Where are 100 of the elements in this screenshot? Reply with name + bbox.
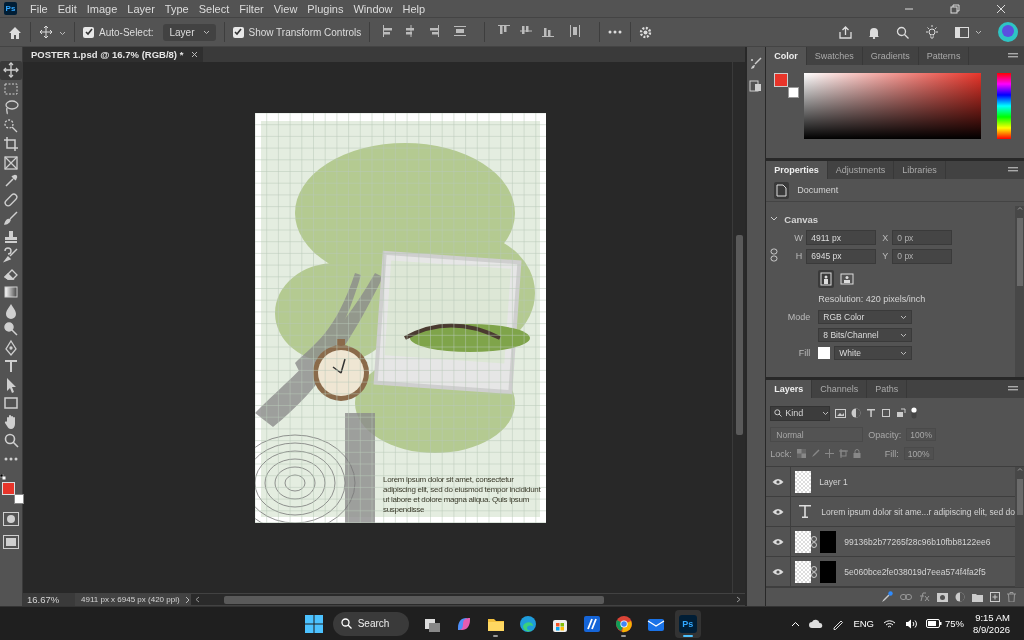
eye-icon[interactable] [772,537,785,546]
menu-item[interactable]: Image [81,2,123,15]
smart-object-filter-icon[interactable] [896,408,907,418]
align-top-icon[interactable] [498,25,511,37]
restore-icon[interactable] [950,3,960,14]
wifi-icon[interactable] [883,618,896,629]
notification-bell-icon[interactable] [868,25,880,39]
scrollbar-thumb[interactable] [1016,218,1023,286]
folder-icon[interactable] [972,592,983,602]
menu-item[interactable]: File [25,2,53,15]
brush-settings-icon[interactable] [748,57,763,71]
fill-dropdown[interactable]: White [834,346,913,360]
panel-tab[interactable]: Color [766,47,807,65]
menu-item[interactable]: Type [159,2,194,15]
layer-row[interactable]: 5e060bce2fe038019d7eea574f4fa2f5 [766,557,1015,587]
portrait-button[interactable] [818,270,835,288]
clock-date[interactable]: 8/9/2026 [973,623,1010,636]
width-field[interactable]: 4911 px [806,230,877,245]
panel-tab[interactable]: Adjustments [827,161,895,179]
mode-dropdown[interactable]: RGB Color [818,310,913,324]
zoom-level[interactable]: 16.67% [23,593,75,606]
panel-tab[interactable]: Libraries [894,161,946,179]
screen-mode-icon[interactable] [3,534,19,549]
panel-tab[interactable]: Layers [766,380,813,398]
tool-button[interactable] [0,61,22,80]
close-icon[interactable] [996,3,1006,14]
taskbar-app[interactable]: Ps [674,609,701,638]
input-language[interactable]: ENG [853,618,874,629]
fill-color-swatch[interactable] [818,347,831,359]
reset-colors-icon[interactable] [0,474,6,480]
landscape-icon[interactable] [840,273,855,285]
menu-item[interactable]: Select [193,2,235,15]
home-icon[interactable] [8,25,22,39]
new-layer-icon[interactable] [990,592,1000,602]
cloud-icon[interactable] [809,619,824,628]
shape-filter-icon[interactable] [881,408,892,418]
bit-depth-dropdown[interactable]: 8 Bits/Channel [818,328,913,342]
panel-tab[interactable]: Patterns [918,47,970,65]
link-icon[interactable] [770,248,779,262]
link-icon[interactable] [811,565,818,578]
move-icon[interactable] [39,25,53,39]
align-middle-icon[interactable] [520,25,533,37]
search-icon[interactable] [896,25,909,39]
panel-menu-icon[interactable] [1008,385,1018,393]
eye-icon[interactable] [772,507,785,516]
scroll-right-icon[interactable] [736,596,741,603]
background-color-swatch[interactable] [788,87,800,98]
lightbulb-icon[interactable] [925,25,939,39]
layer-row[interactable]: Layer 1 [766,467,1015,497]
type-filter-icon[interactable] [866,408,877,418]
fx-icon[interactable] [919,592,930,602]
canvas-section-header[interactable]: Canvas [770,210,1015,228]
panel-menu-icon[interactable] [1008,166,1018,174]
link-icon[interactable] [811,535,818,548]
align-bottom-icon[interactable] [542,25,555,37]
speaker-icon[interactable] [905,618,917,629]
distribute-horizontal-icon[interactable] [454,25,467,37]
height-field[interactable]: 6945 px [806,248,877,264]
close-icon[interactable] [191,51,199,58]
menu-item[interactable]: Help [397,2,431,15]
scrollbar-thumb[interactable] [1016,479,1023,515]
panel-tab[interactable]: Paths [867,380,908,398]
quick-mask-icon[interactable] [3,512,19,527]
color-picker-field[interactable] [804,73,982,139]
foreground-color-swatch[interactable] [774,73,789,87]
clock-time[interactable]: 9:15 AM [975,611,1010,624]
menu-item[interactable]: Layer [122,2,160,15]
menu-item[interactable]: Edit [52,2,82,15]
adjustment-filter-icon[interactable] [851,408,862,418]
document-tab[interactable]: POSTER 1.psd @ 16.7% (RGB/8) * [23,47,204,62]
foreground-color-swatch[interactable] [2,482,15,495]
scrollbar-thumb[interactable] [224,595,604,604]
panel-menu-icon[interactable] [1008,52,1018,60]
menu-item[interactable]: Filter [234,2,269,15]
adjustment-layer-icon[interactable] [955,592,965,602]
filter-dropdown[interactable]: Kind [770,405,831,421]
avatar-icon[interactable] [998,22,1018,42]
eye-icon[interactable] [772,477,785,486]
image-filter-icon[interactable] [835,408,847,418]
checkbox[interactable] [83,26,94,38]
search-field[interactable]: Search [332,611,409,636]
trash-icon[interactable] [1007,592,1016,602]
checkbox[interactable] [232,26,244,38]
layer-row[interactable]: Lorem ipsum dolor sit ame...r adipiscing elit, sed do [766,497,1015,527]
panel-tab[interactable]: Swatches [806,47,863,65]
chevron-right-icon[interactable] [185,595,191,604]
filter-toggle-icon[interactable] [911,407,918,419]
menu-item[interactable]: Window [348,2,398,15]
panel-tab[interactable]: Gradients [862,47,919,65]
share-icon[interactable] [839,25,852,39]
auto-select-dropdown[interactable]: Layer [163,23,216,41]
link-layers-icon[interactable] [900,593,912,601]
app-logo[interactable]: Ps [4,2,17,15]
eye-icon[interactable] [772,567,785,576]
add-mask-icon[interactable] [937,592,948,602]
workspace-layout-icon[interactable] [955,26,969,38]
settings-icon[interactable] [639,25,653,39]
align-right-icon[interactable] [427,25,440,37]
scroll-left-icon[interactable] [195,596,200,603]
panel-tab[interactable]: Channels [812,380,868,398]
